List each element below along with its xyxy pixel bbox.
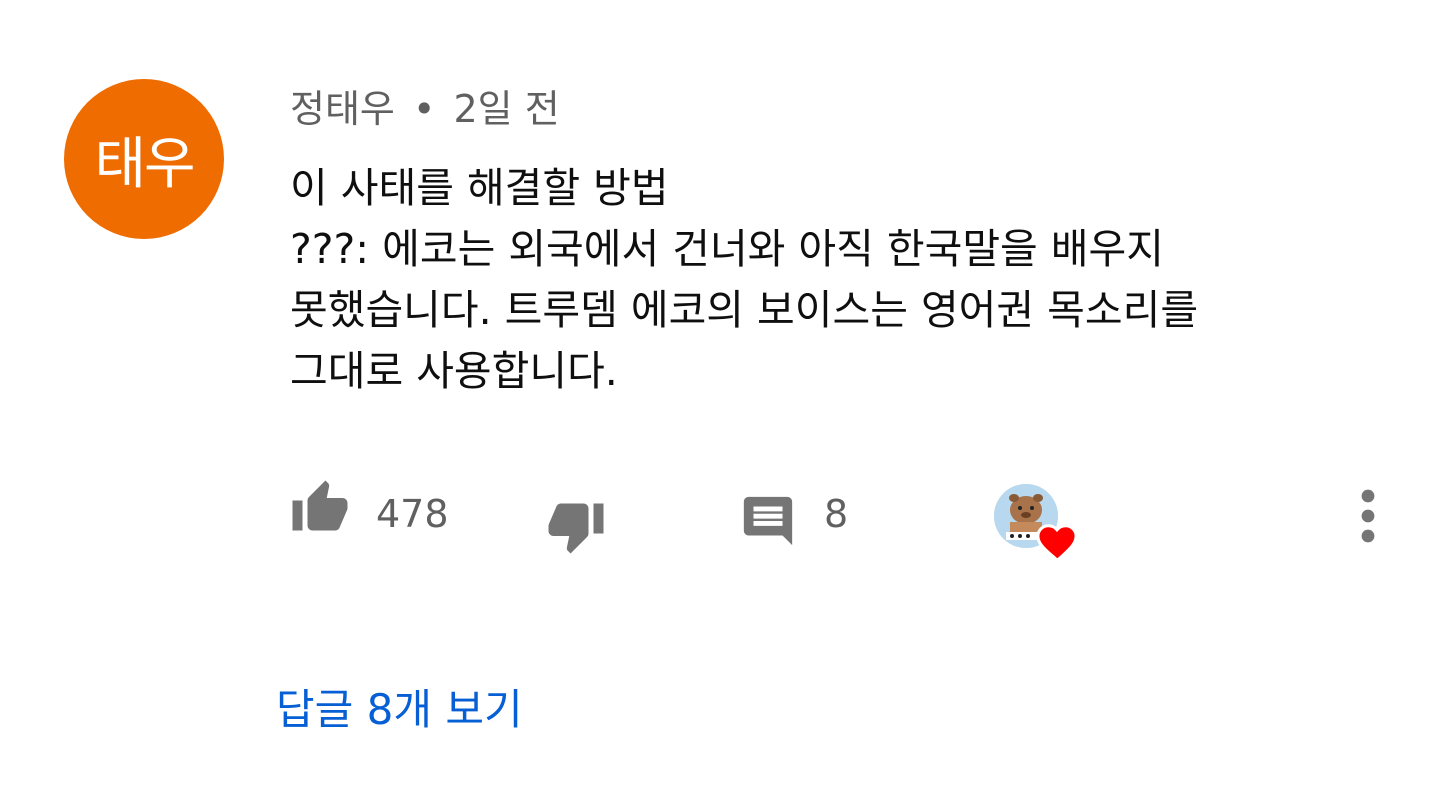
comment-icon[interactable] xyxy=(738,492,798,550)
heart-icon xyxy=(1036,524,1078,562)
avatar-initials: 태우 xyxy=(94,131,195,197)
thumbs-up-icon[interactable] xyxy=(288,478,352,538)
thumbs-down-icon[interactable] xyxy=(544,496,608,556)
more-vert-icon[interactable] xyxy=(1352,488,1384,544)
comment-time[interactable]: 2일 전 xyxy=(454,87,560,131)
meta-separator: • xyxy=(412,87,436,131)
comment-text: 이 사태를 해결할 방법 ???: 에코는 외국에서 건너와 아직 한국말을 배… xyxy=(290,164,1199,395)
reply-count: 8 xyxy=(824,492,849,536)
comment-meta: 정태우 • 2일 전 xyxy=(290,84,560,134)
like-count: 478 xyxy=(376,492,449,536)
view-replies-link[interactable]: 답글 8개 보기 xyxy=(276,680,523,740)
comment-action-bar: 478 8 xyxy=(0,470,1440,570)
author-avatar[interactable]: 태우 xyxy=(64,79,224,239)
author-name[interactable]: 정태우 xyxy=(290,87,395,131)
